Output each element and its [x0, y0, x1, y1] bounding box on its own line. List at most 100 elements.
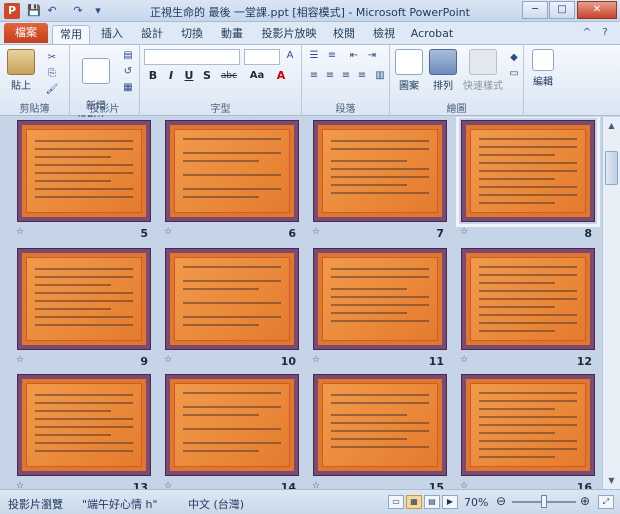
slide-thumbnail[interactable] — [456, 117, 600, 227]
columns-icon[interactable]: ▥ — [372, 69, 388, 83]
reading-view-button[interactable]: ▤ — [424, 495, 440, 509]
status-theme[interactable]: "端午好心情 h" — [82, 496, 158, 512]
slideshow-view-button[interactable]: ▶ — [442, 495, 458, 509]
slide-text-line — [35, 316, 133, 318]
tab-home[interactable]: 常用 — [52, 25, 90, 44]
editing-button[interactable]: 編輯 — [528, 49, 558, 88]
bullets-icon[interactable]: ☰ — [306, 49, 322, 63]
slide-thumbnail[interactable] — [18, 375, 150, 475]
tab-acrobat[interactable]: Acrobat — [408, 25, 456, 44]
slide-text-line — [183, 324, 259, 326]
maximize-button[interactable]: □ — [549, 1, 575, 19]
slide-thumbnail[interactable] — [462, 249, 594, 349]
scroll-thumb[interactable] — [605, 151, 618, 185]
grow-font-icon[interactable]: A — [282, 49, 298, 63]
reset-slide-icon[interactable]: ↺ — [120, 65, 136, 79]
close-button[interactable]: ✕ — [577, 1, 617, 19]
slide-thumbnail[interactable] — [18, 249, 150, 349]
slide-thumbnail[interactable] — [166, 121, 298, 221]
status-language[interactable]: 中文 (台灣) — [188, 496, 244, 512]
slide-text-line — [331, 268, 429, 270]
slide-thumbnail[interactable] — [18, 121, 150, 221]
slide-text-line — [479, 154, 555, 156]
slide-transition-icon[interactable]: ☆ — [164, 481, 172, 489]
justify-icon[interactable]: ≡ — [354, 69, 370, 83]
decrease-indent-icon[interactable]: ⇤ — [346, 49, 362, 63]
tab-insert[interactable]: 插入 — [94, 25, 130, 44]
slide-transition-icon[interactable]: ☆ — [16, 481, 24, 489]
align-center-icon[interactable]: ≡ — [322, 69, 338, 83]
increase-indent-icon[interactable]: ⇥ — [364, 49, 380, 63]
slide-text-line — [35, 426, 133, 428]
scroll-down-icon[interactable]: ▼ — [604, 473, 619, 488]
tab-review[interactable]: 校閱 — [326, 25, 362, 44]
scroll-up-icon[interactable]: ▲ — [604, 118, 619, 133]
copy-icon[interactable]: ⎘ — [44, 67, 60, 81]
font-color-button[interactable]: A — [274, 69, 288, 83]
vertical-scrollbar[interactable]: ▲ ▼ — [602, 117, 620, 489]
slide-transition-icon[interactable]: ☆ — [164, 227, 172, 237]
quick-styles-button[interactable]: 快速樣式 — [460, 49, 506, 92]
slide-transition-icon[interactable]: ☆ — [312, 355, 320, 365]
slide-thumbnail[interactable] — [462, 375, 594, 475]
collapse-ribbon-icon[interactable]: ^ — [580, 26, 594, 40]
slide-thumbnail[interactable] — [166, 249, 298, 349]
slide-text-line — [479, 146, 577, 148]
shadow-button[interactable]: S — [200, 69, 214, 83]
slide-transition-icon[interactable]: ☆ — [312, 481, 320, 489]
align-left-icon[interactable]: ≡ — [306, 69, 322, 83]
font-size-combo[interactable] — [244, 49, 280, 65]
italic-button[interactable]: I — [164, 69, 178, 83]
slide-text-line — [479, 282, 555, 284]
tab-file[interactable]: 檔案 — [4, 23, 48, 43]
new-slide-icon — [82, 58, 110, 84]
slide-content — [26, 129, 142, 213]
slide-transition-icon[interactable]: ☆ — [460, 227, 468, 237]
zoom-in-icon[interactable]: ⊕ — [580, 494, 590, 508]
tab-animations[interactable]: 動畫 — [214, 25, 250, 44]
underline-button[interactable]: U — [182, 69, 196, 83]
slide-content — [470, 383, 586, 467]
strikethrough-button[interactable]: abc — [218, 69, 240, 83]
slide-transition-icon[interactable]: ☆ — [16, 355, 24, 365]
layout-icon[interactable]: ▤ — [120, 49, 136, 63]
help-icon[interactable]: ? — [598, 26, 612, 40]
shape-outline-icon[interactable]: ▭ — [506, 67, 522, 81]
fit-to-window-button[interactable]: ⤢ — [598, 495, 614, 509]
minimize-button[interactable]: ─ — [522, 1, 548, 19]
slide-transition-icon[interactable]: ☆ — [164, 355, 172, 365]
slide-transition-icon[interactable]: ☆ — [460, 481, 468, 489]
slide-transition-icon[interactable]: ☆ — [460, 355, 468, 365]
zoom-slider-thumb[interactable] — [541, 495, 547, 508]
slide-transition-icon[interactable]: ☆ — [312, 227, 320, 237]
align-right-icon[interactable]: ≡ — [338, 69, 354, 83]
tab-design[interactable]: 設計 — [134, 25, 170, 44]
slide-text-line — [479, 314, 577, 316]
normal-view-button[interactable]: ▭ — [388, 495, 404, 509]
slide-thumbnail[interactable] — [314, 249, 446, 349]
section-icon[interactable]: ▦ — [120, 81, 136, 95]
slide-text-line — [35, 418, 133, 420]
shape-fill-icon[interactable]: ◆ — [506, 51, 522, 65]
zoom-out-icon[interactable]: ⊖ — [496, 494, 506, 508]
new-slide-button[interactable]: 新增 投影片 ▾ — [76, 47, 116, 127]
slide-thumbnail[interactable] — [314, 121, 446, 221]
bold-button[interactable]: B — [146, 69, 160, 83]
slide-thumbnail[interactable] — [314, 375, 446, 475]
arrange-button[interactable]: 排列 — [426, 49, 460, 92]
slide-text-line — [35, 180, 111, 182]
format-painter-icon[interactable]: 🖌 — [44, 83, 60, 97]
change-case-button[interactable]: Aa — [248, 69, 266, 83]
paste-button[interactable]: 貼上 — [6, 49, 36, 92]
numbering-icon[interactable]: ≡ — [324, 49, 340, 63]
tab-transitions[interactable]: 切換 — [174, 25, 210, 44]
font-name-combo[interactable] — [144, 49, 240, 65]
cut-icon[interactable]: ✂ — [44, 51, 60, 65]
slide-thumbnail[interactable] — [166, 375, 298, 475]
zoom-level[interactable]: 70% — [464, 496, 488, 509]
shapes-button[interactable]: 圖案 — [392, 49, 426, 92]
slide-sorter-view-button[interactable]: ▦ — [406, 495, 422, 509]
tab-slideshow[interactable]: 投影片放映 — [256, 25, 322, 44]
slide-transition-icon[interactable]: ☆ — [16, 227, 24, 237]
tab-view[interactable]: 檢視 — [366, 25, 402, 44]
